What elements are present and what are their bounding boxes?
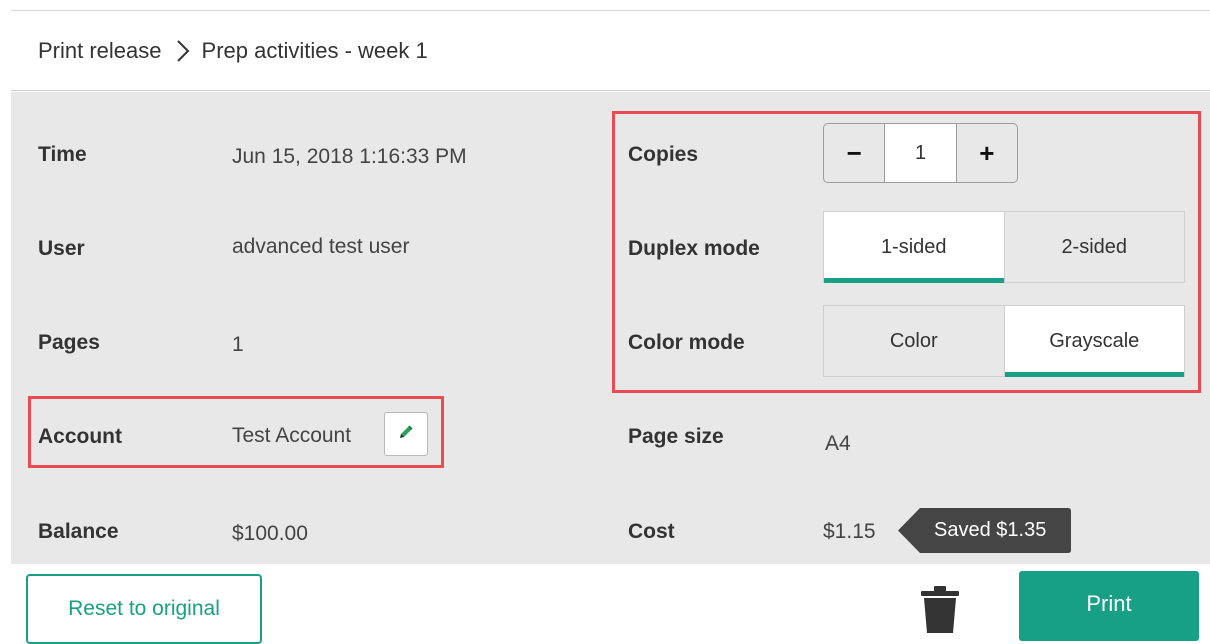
color-option[interactable]: Color <box>824 306 1004 376</box>
color-mode-label: Color mode <box>628 331 745 354</box>
savings-badge: Saved $1.35 <box>898 508 1071 553</box>
increment-copies-button[interactable]: + <box>957 124 1017 182</box>
balance-label: Balance <box>38 520 119 543</box>
print-button[interactable]: Print <box>1019 571 1199 641</box>
reset-to-original-button[interactable]: Reset to original <box>26 574 262 644</box>
trash-icon[interactable] <box>920 585 960 638</box>
chevron-right-icon <box>176 39 190 63</box>
color-mode-toggle: Color Grayscale <box>823 305 1185 377</box>
duplex-mode-toggle: 1-sided 2-sided <box>823 211 1185 283</box>
decrement-copies-button[interactable]: − <box>824 124 884 182</box>
copies-value[interactable]: 1 <box>884 124 957 182</box>
duplex-1-sided-option[interactable]: 1-sided <box>824 212 1004 283</box>
pages-label: Pages <box>38 331 100 354</box>
cost-value: $1.15 <box>823 520 876 543</box>
grayscale-option[interactable]: Grayscale <box>1003 306 1184 377</box>
user-value: advanced test user <box>232 235 410 258</box>
balance-value: $100.00 <box>232 522 308 545</box>
page-size-label: Page size <box>628 425 724 448</box>
savings-text: Saved $1.35 <box>934 519 1047 541</box>
breadcrumb: Print release Prep activities - week 1 <box>11 11 1210 91</box>
account-label: Account <box>38 425 122 448</box>
page-size-value: A4 <box>825 432 851 455</box>
user-label: User <box>38 237 85 260</box>
breadcrumb-current: Prep activities - week 1 <box>201 37 428 63</box>
cost-label: Cost <box>628 520 675 543</box>
duplex-mode-label: Duplex mode <box>628 237 760 260</box>
copies-stepper[interactable]: − 1 + <box>823 123 1018 183</box>
pencil-icon <box>396 422 416 447</box>
copies-label: Copies <box>628 143 699 166</box>
account-value: Test Account <box>232 424 352 447</box>
pages-value: 1 <box>232 333 244 356</box>
edit-account-button[interactable] <box>384 412 428 456</box>
time-value: Jun 15, 2018 1:16:33 PM <box>232 145 467 168</box>
duplex-2-sided-option[interactable]: 2-sided <box>1003 212 1185 282</box>
breadcrumb-parent[interactable]: Print release <box>38 38 162 64</box>
time-label: Time <box>38 143 87 166</box>
